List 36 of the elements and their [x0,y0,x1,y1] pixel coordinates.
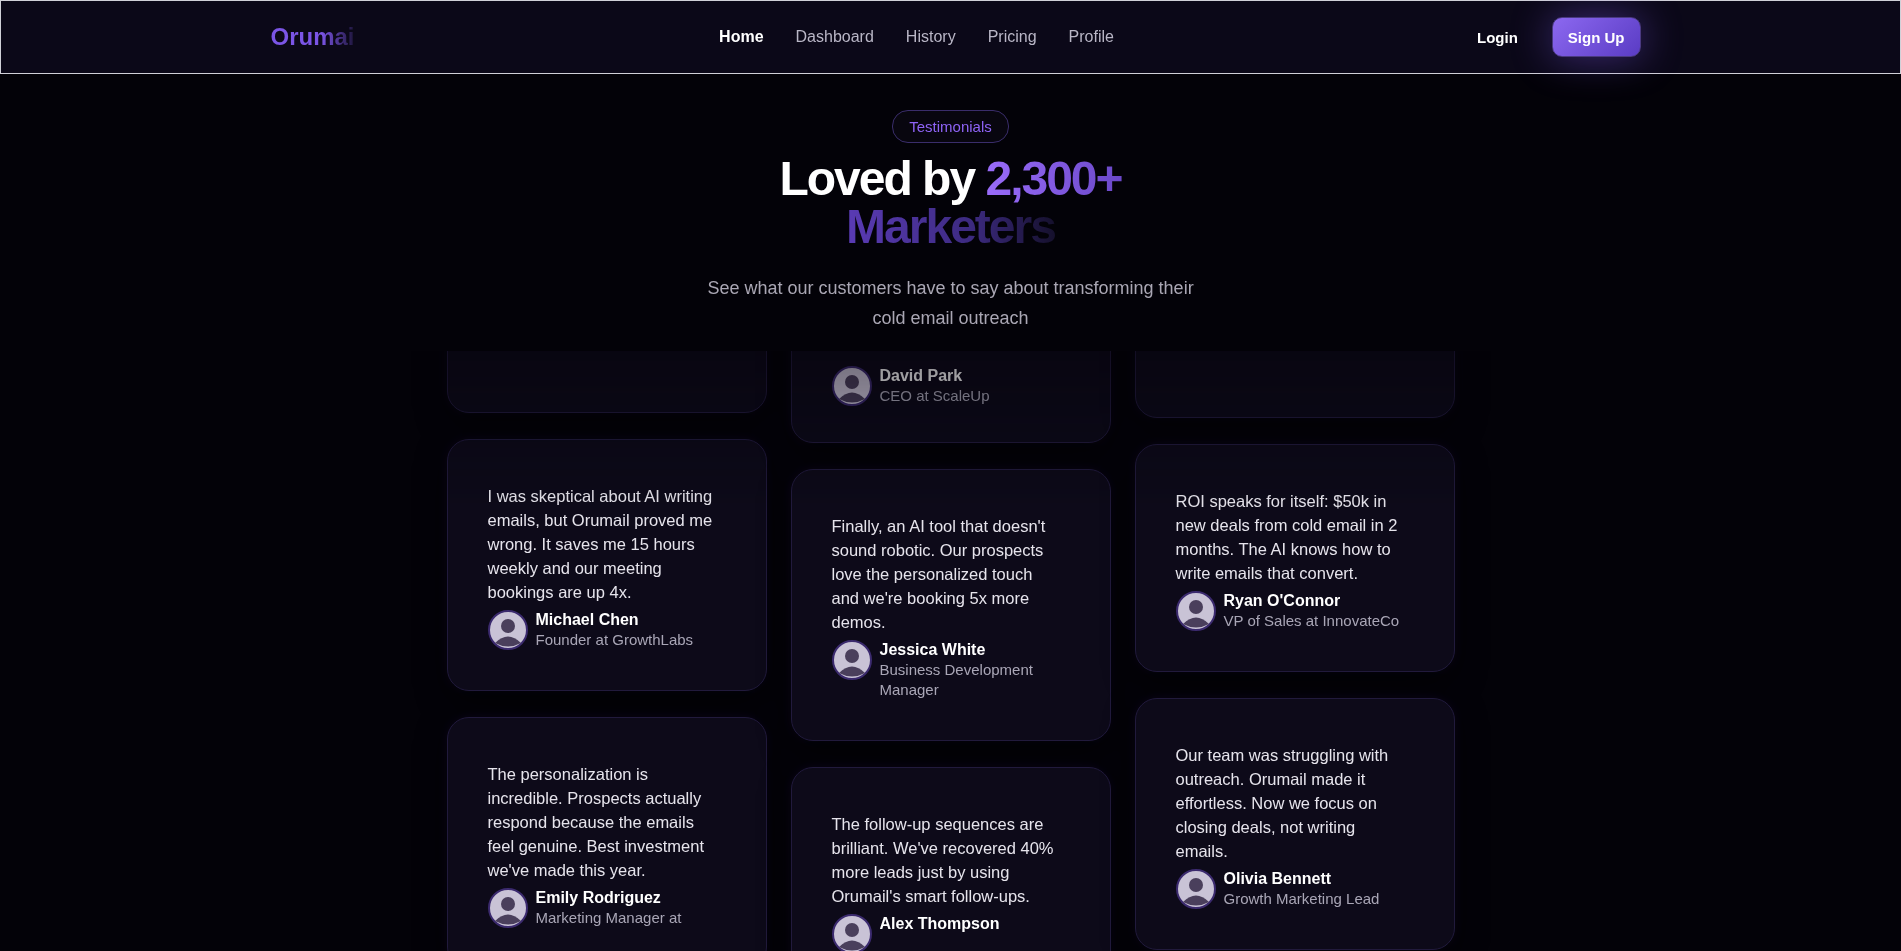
testimonial-quote: The follow-up sequences are brilliant. We've recovered 40% more leads just by using Orumail's smart follow-ups. [831,814,1055,907]
author-name: Ryan O'Connor [1223,591,1342,611]
testimonial-quote: Finally, an AI tool that doesn't sound robotic. Our prospects love the personalized touch and we're booking 5x more demos. [831,516,1047,633]
author-name: Alex Thompson [879,914,1000,934]
author-name: David Park [879,366,964,386]
author-role: Growth Marketing Lead [1223,889,1380,909]
subtitle: See what our customers have to say about transforming their cold email outreach [706,277,1195,330]
author-role: CEO at ScaleUp [879,386,990,406]
author-role: Founder at GrowthLabs [535,630,694,650]
author-name: Emily Rodriguez [535,888,662,908]
login-link[interactable]: Login [1477,28,1518,46]
nav-link[interactable]: Dashboard [795,28,874,46]
testimonial-quote: ROI speaks for itself: $50k in new deals from cold email in 2 months. The AI knows how to write emails that convert. [1175,491,1399,584]
testimonial-quote: Our team was struggling with outreach. Orumail made it effortless. Now we focus on closing deals, not writing emails. [1175,745,1390,862]
avatar-icon [831,640,872,680]
nav-link[interactable]: Profile [1068,28,1114,46]
signup-button[interactable]: Sign Up [1551,17,1641,57]
author-role: Marketing Manager at [535,908,682,928]
avatar-icon [1175,869,1216,909]
testimonial-quote: The personalization is incredible. Prospects actually respond because the emails feel genuine. Best investment we've made this year. [487,764,705,881]
author-role: Business Development Manager [879,660,1034,700]
avatar-icon [831,366,872,406]
avatar-icon [487,888,528,928]
testimonial-quote: I was skeptical about AI writing emails, but Orumail proved me wrong. It saves me 15 hours weekly and our meeting bookings are up 4x. [487,486,714,603]
author-name: Olivia Bennett [1223,869,1333,889]
avatar-icon [487,610,528,650]
author-name: Jessica White [879,640,987,660]
avatar-icon [831,914,872,951]
avatar-icon [1175,591,1216,631]
section-badge: Testimonials [892,110,1009,143]
author-role: VP of Sales at InnovateCo [1223,611,1400,631]
nav-link[interactable]: Home [719,28,764,46]
nav-link[interactable]: History [905,28,956,46]
nav-link[interactable]: Pricing [987,28,1037,46]
title-text: Loved by [779,152,975,205]
author-name: Michael Chen [535,610,640,630]
